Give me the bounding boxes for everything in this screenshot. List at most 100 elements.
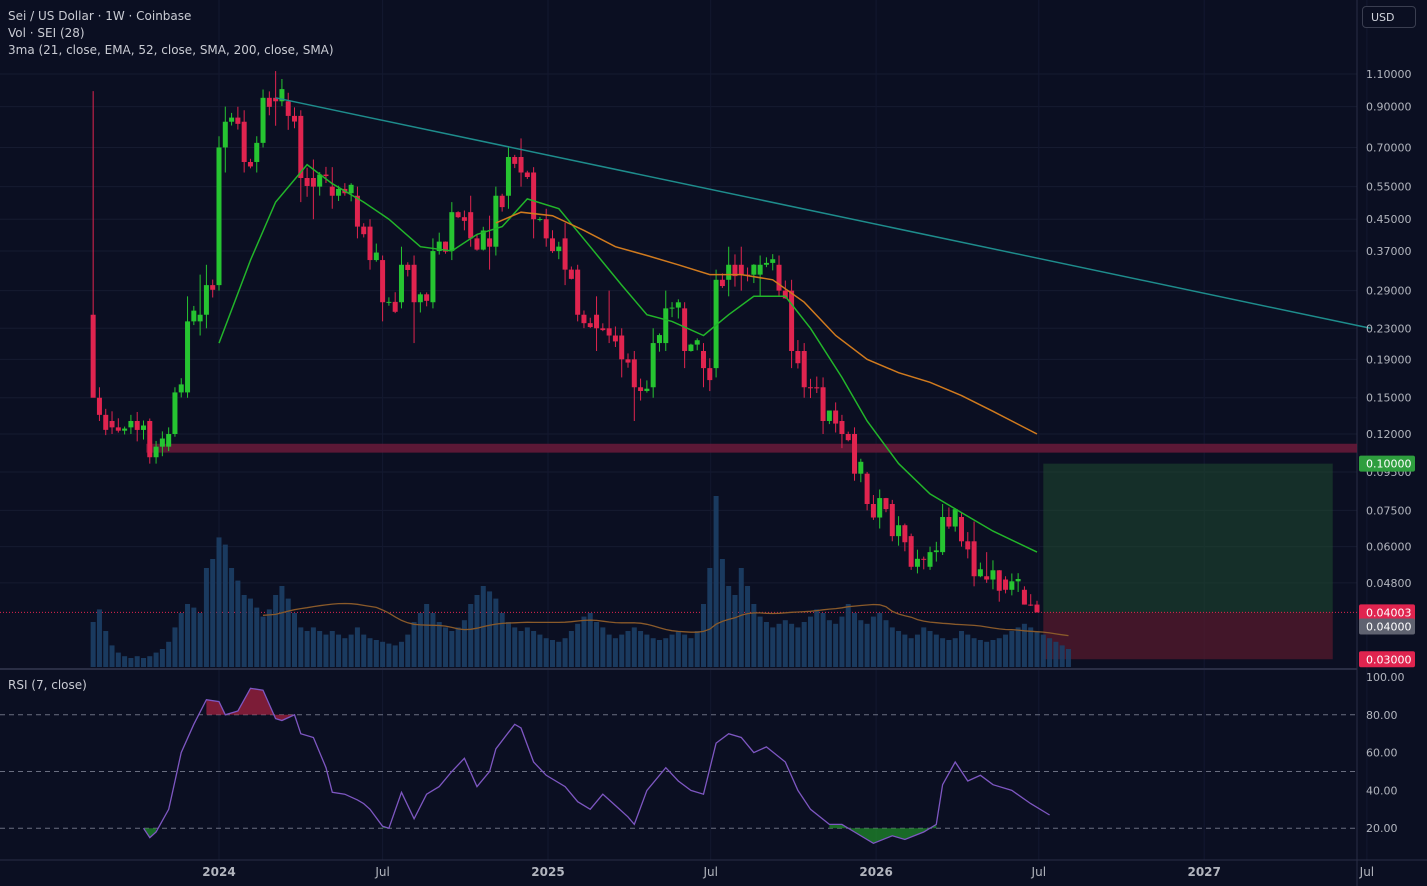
volume-bar [801, 622, 807, 667]
rsi-legend[interactable]: RSI (7, close) [8, 678, 87, 692]
volume-bar [241, 595, 247, 667]
candle-body [933, 550, 939, 553]
volume-bar [380, 641, 386, 667]
volume-bar [298, 627, 304, 667]
symbol-title[interactable]: Sei / US Dollar · 1W · Coinbase [8, 9, 191, 23]
candle-body [487, 238, 493, 247]
volume-bar [833, 623, 839, 667]
volume-bar [122, 656, 128, 667]
volume-bar [669, 634, 675, 667]
rsi-overbought-fill [206, 688, 295, 721]
volume-bar [952, 638, 958, 667]
candle-body [361, 226, 367, 235]
volume-bar [449, 631, 455, 667]
candle-body [103, 414, 109, 430]
candle-body [820, 387, 826, 421]
candle-body [826, 410, 832, 421]
trading-chart[interactable]: 100.00 80.00 60.00 40.00 20.00 1.10000 0.9000… [0, 0, 1427, 886]
candle-body [185, 321, 191, 393]
volume-bar [493, 598, 499, 667]
volume-bar [776, 623, 782, 667]
candle-body [814, 387, 820, 389]
candle-body [285, 101, 291, 116]
volume-bar [1065, 649, 1071, 667]
support-zone [146, 443, 1357, 453]
volume-bar [852, 613, 858, 667]
volume-bar [103, 631, 109, 667]
volume-bar [109, 645, 115, 667]
volume-bar [656, 640, 662, 667]
candle-body [581, 314, 587, 324]
long-position-tool[interactable] [0, 463, 1357, 660]
rsi-tick-label: 80.00 [1366, 709, 1398, 722]
volume-bar [455, 627, 461, 667]
stop-price-label: 0.03000 [1366, 653, 1412, 666]
volume-bar [531, 631, 537, 667]
candle-body [738, 264, 744, 275]
rsi-pane: 100.00 80.00 60.00 40.00 20.00 [0, 671, 1405, 845]
time-axis[interactable]: 2024 Jul 2025 Jul 2026 Jul 2027 Jul [202, 865, 1374, 879]
volume-bar [1015, 627, 1021, 667]
candle-body [807, 387, 813, 389]
candle-body [329, 186, 335, 196]
candle-body [216, 147, 222, 286]
volume-bar [556, 641, 562, 667]
candle-body [392, 301, 398, 312]
volume-bar [468, 604, 474, 667]
volume-bar [417, 613, 423, 667]
candle-body [499, 195, 505, 208]
volume-bar [266, 609, 272, 667]
candle-body [298, 115, 304, 178]
last-price-label: 0.04003 [1366, 606, 1412, 619]
volume-bar [172, 627, 178, 667]
volume-bar [128, 658, 134, 667]
volume-bar [701, 604, 707, 667]
price-tick-label: 0.04800 [1366, 577, 1412, 590]
volume-bar [1009, 631, 1015, 667]
volume-bar [260, 616, 266, 667]
candle-body [128, 420, 134, 428]
candle-body [449, 212, 455, 252]
currency-button[interactable]: USD [1362, 6, 1416, 28]
target-zone [1043, 463, 1333, 613]
time-tick-label: Jul [1031, 865, 1046, 879]
candle-body [984, 576, 990, 580]
target-price-label: 0.10000 [1366, 458, 1412, 471]
rsi-tick-label: 60.00 [1366, 747, 1398, 760]
candle-body [852, 434, 858, 474]
volume-legend[interactable]: Vol · SEI (28) [8, 26, 85, 40]
candle-body [203, 285, 209, 315]
volume-bar [273, 595, 279, 667]
candle-body [612, 335, 618, 342]
candle-body [543, 219, 549, 239]
volume-bar [191, 607, 197, 667]
volume-bar [487, 591, 493, 667]
candle-body [140, 425, 146, 430]
ma-legend[interactable]: 3ma (21, close, EMA, 52, close, SMA, 200… [8, 43, 334, 57]
candle-body [424, 294, 430, 301]
volume-bar [1059, 645, 1065, 667]
volume-bar [789, 623, 795, 667]
trendline[interactable] [275, 97, 1371, 330]
rsi-tick-label: 40.00 [1366, 784, 1398, 797]
candle-body [751, 264, 757, 275]
volume-bar [115, 652, 121, 667]
sma52-line [495, 211, 1038, 435]
volume-bar [568, 631, 574, 667]
volume-bar [329, 631, 335, 667]
candle-body [726, 264, 732, 280]
candle-body [845, 434, 851, 441]
volume-bar [581, 616, 587, 667]
price-tick-label: 0.23000 [1366, 322, 1412, 335]
price-tick-label: 0.55000 [1366, 181, 1412, 194]
volume-bar [870, 616, 876, 667]
volume-bar [430, 613, 436, 667]
candle-body [701, 350, 707, 369]
candle-body [398, 264, 404, 303]
candle-body [971, 541, 977, 577]
volume-bar [1028, 627, 1034, 667]
candle-body [197, 314, 203, 322]
price-axis[interactable]: 1.10000 0.90000 0.70000 0.55000 0.45000 0.370… [1366, 68, 1412, 590]
candle-body [675, 302, 681, 308]
volume-bar [537, 634, 543, 667]
